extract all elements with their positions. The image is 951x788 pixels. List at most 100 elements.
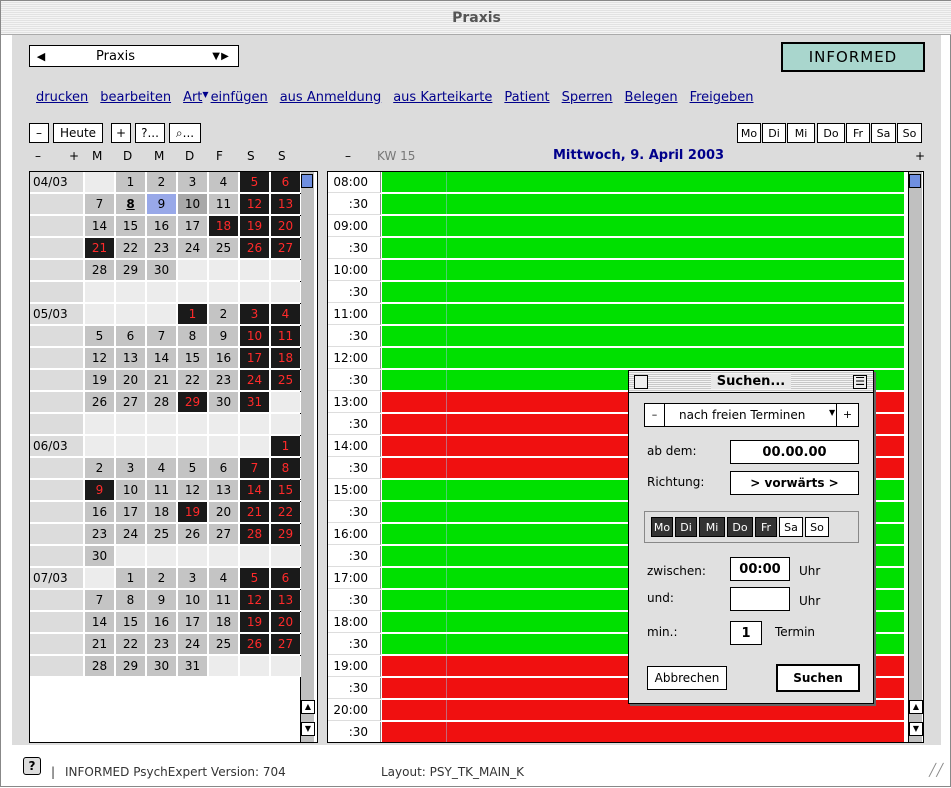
calendar-day[interactable]: 9 — [209, 326, 239, 347]
time-slot-free[interactable] — [382, 216, 904, 237]
scroll-down-icon[interactable]: ▼ — [301, 722, 315, 736]
calendar-day[interactable]: 30 — [209, 392, 239, 413]
calendar-day[interactable]: 9 — [147, 194, 177, 215]
calendar-day[interactable]: 16 — [147, 612, 177, 633]
calendar-day[interactable]: 13 — [116, 348, 146, 369]
calendar-day[interactable]: 20 — [209, 502, 239, 523]
calendar-day[interactable]: 14 — [240, 480, 270, 501]
menu-item-6[interactable]: Patient — [504, 90, 549, 105]
dialog-weekday-sa[interactable]: Sa — [779, 517, 803, 537]
calendar-day[interactable]: 26 — [85, 392, 115, 413]
informed-logo-button[interactable]: INFORMED — [781, 42, 925, 72]
calendar-day[interactable]: 12 — [85, 348, 115, 369]
calendar-day[interactable]: 21 — [85, 238, 115, 259]
dialog-weekday-fr[interactable]: Fr — [755, 517, 777, 537]
menu-item-4[interactable]: aus Anmeldung — [280, 90, 382, 105]
calendar-day[interactable]: 16 — [209, 348, 239, 369]
praxis-popup[interactable]: ◀ Praxis ▼ ▶ — [29, 45, 239, 67]
schedule-scrollbar[interactable]: ▲ ▼ — [908, 172, 923, 742]
calendar-day[interactable]: 15 — [116, 216, 146, 237]
calendar-day[interactable]: 25 — [209, 238, 239, 259]
calendar-day[interactable]: 6 — [116, 326, 146, 347]
mode-minus-button[interactable]: – — [645, 404, 665, 426]
dialog-weekday-di[interactable]: Di — [675, 517, 697, 537]
calendar-day[interactable]: 1 — [271, 436, 301, 457]
dialog-weekday-so[interactable]: So — [805, 517, 829, 537]
time-slot-free[interactable] — [382, 348, 904, 369]
calendar-day[interactable]: 18 — [209, 612, 239, 633]
calendar-day[interactable]: 25 — [209, 634, 239, 655]
calendar-day[interactable]: 23 — [147, 634, 177, 655]
calendar-day[interactable]: 7 — [147, 326, 177, 347]
calendar-day[interactable]: 29 — [116, 656, 146, 677]
menu-item-7[interactable]: Sperren — [562, 90, 613, 105]
calendar-day[interactable]: 21 — [147, 370, 177, 391]
time-slot-free[interactable] — [382, 304, 904, 325]
scroll-thumb[interactable] — [301, 174, 313, 188]
zwischen-field[interactable]: 00:00 — [730, 557, 790, 581]
cal-prev-button[interactable]: – — [35, 149, 41, 163]
calendar-day[interactable]: 12 — [240, 590, 270, 611]
calendar-day[interactable]: 17 — [178, 216, 208, 237]
calendar-day[interactable]: 27 — [271, 634, 301, 655]
cal-next-button[interactable]: + — [69, 149, 79, 163]
calendar-day[interactable]: 13 — [209, 480, 239, 501]
dialog-title-bar[interactable]: Suchen... — [629, 371, 873, 393]
calendar-day[interactable]: 13 — [271, 194, 301, 215]
calendar-day[interactable]: 18 — [209, 216, 239, 237]
calendar-day[interactable]: 11 — [209, 194, 239, 215]
calendar-day[interactable]: 10 — [178, 194, 208, 215]
calendar-day[interactable]: 29 — [116, 260, 146, 281]
calendar-day[interactable]: 17 — [116, 502, 146, 523]
calendar-day[interactable]: 24 — [178, 634, 208, 655]
calendar-day[interactable]: 2 — [147, 172, 177, 193]
calendar-day[interactable]: 17 — [178, 612, 208, 633]
calendar-day[interactable]: 26 — [178, 524, 208, 545]
calendar-day[interactable]: 24 — [116, 524, 146, 545]
calendar-day[interactable]: 26 — [240, 238, 270, 259]
calendar-day[interactable]: 27 — [209, 524, 239, 545]
calendar-day[interactable]: 15 — [178, 348, 208, 369]
calendar-day[interactable]: 20 — [271, 612, 301, 633]
calendar-day[interactable]: 1 — [178, 304, 208, 325]
calendar-day[interactable]: 30 — [85, 546, 115, 567]
calendar-day[interactable]: 4 — [147, 458, 177, 479]
weekday-button-so[interactable]: So — [897, 123, 922, 143]
calendar-day[interactable]: 5 — [178, 458, 208, 479]
time-slot-free[interactable] — [382, 194, 904, 215]
calendar-day[interactable]: 25 — [271, 370, 301, 391]
calendar-day[interactable]: 28 — [85, 260, 115, 281]
calendar-day[interactable]: 27 — [116, 392, 146, 413]
calendar-day[interactable]: 21 — [240, 502, 270, 523]
heute-button[interactable]: Heute — [53, 123, 103, 143]
scroll-up-icon[interactable]: ▲ — [909, 700, 923, 714]
calendar-day[interactable]: 5 — [240, 172, 270, 193]
calendar-day[interactable]: 30 — [147, 656, 177, 677]
time-slot-free[interactable] — [382, 260, 904, 281]
calendar-day[interactable]: 19 — [240, 216, 270, 237]
calendar-day[interactable]: 31 — [178, 656, 208, 677]
dialog-weekday-mi[interactable]: Mi — [699, 517, 725, 537]
calendar-day[interactable]: 11 — [147, 480, 177, 501]
calendar-day[interactable]: 18 — [147, 502, 177, 523]
calendar-day[interactable]: 10 — [116, 480, 146, 501]
calendar-day[interactable]: 27 — [271, 238, 301, 259]
weekday-button-mo[interactable]: Mo — [737, 123, 761, 143]
close-box-icon[interactable] — [634, 375, 648, 389]
calendar-day[interactable]: 14 — [147, 348, 177, 369]
calendar-day[interactable]: 10 — [240, 326, 270, 347]
weekday-button-do[interactable]: Do — [817, 123, 845, 143]
ab-dem-field[interactable]: 00.00.00 — [730, 440, 859, 464]
calendar-day[interactable]: 2 — [85, 458, 115, 479]
scroll-thumb[interactable] — [909, 174, 921, 188]
calendar-day[interactable]: 1 — [116, 568, 146, 589]
calendar-day[interactable]: 9 — [85, 480, 115, 501]
calendar-day[interactable]: 26 — [240, 634, 270, 655]
calendar-day[interactable]: 30 — [147, 260, 177, 281]
calendar-day[interactable]: 18 — [271, 348, 301, 369]
mode-popup[interactable]: – nach freien Terminen ▼ + — [644, 403, 859, 427]
calendar-day[interactable]: 16 — [85, 502, 115, 523]
minus-button[interactable]: – — [29, 123, 49, 143]
calendar-day[interactable]: 21 — [85, 634, 115, 655]
menu-item-0[interactable]: drucken — [36, 90, 88, 105]
